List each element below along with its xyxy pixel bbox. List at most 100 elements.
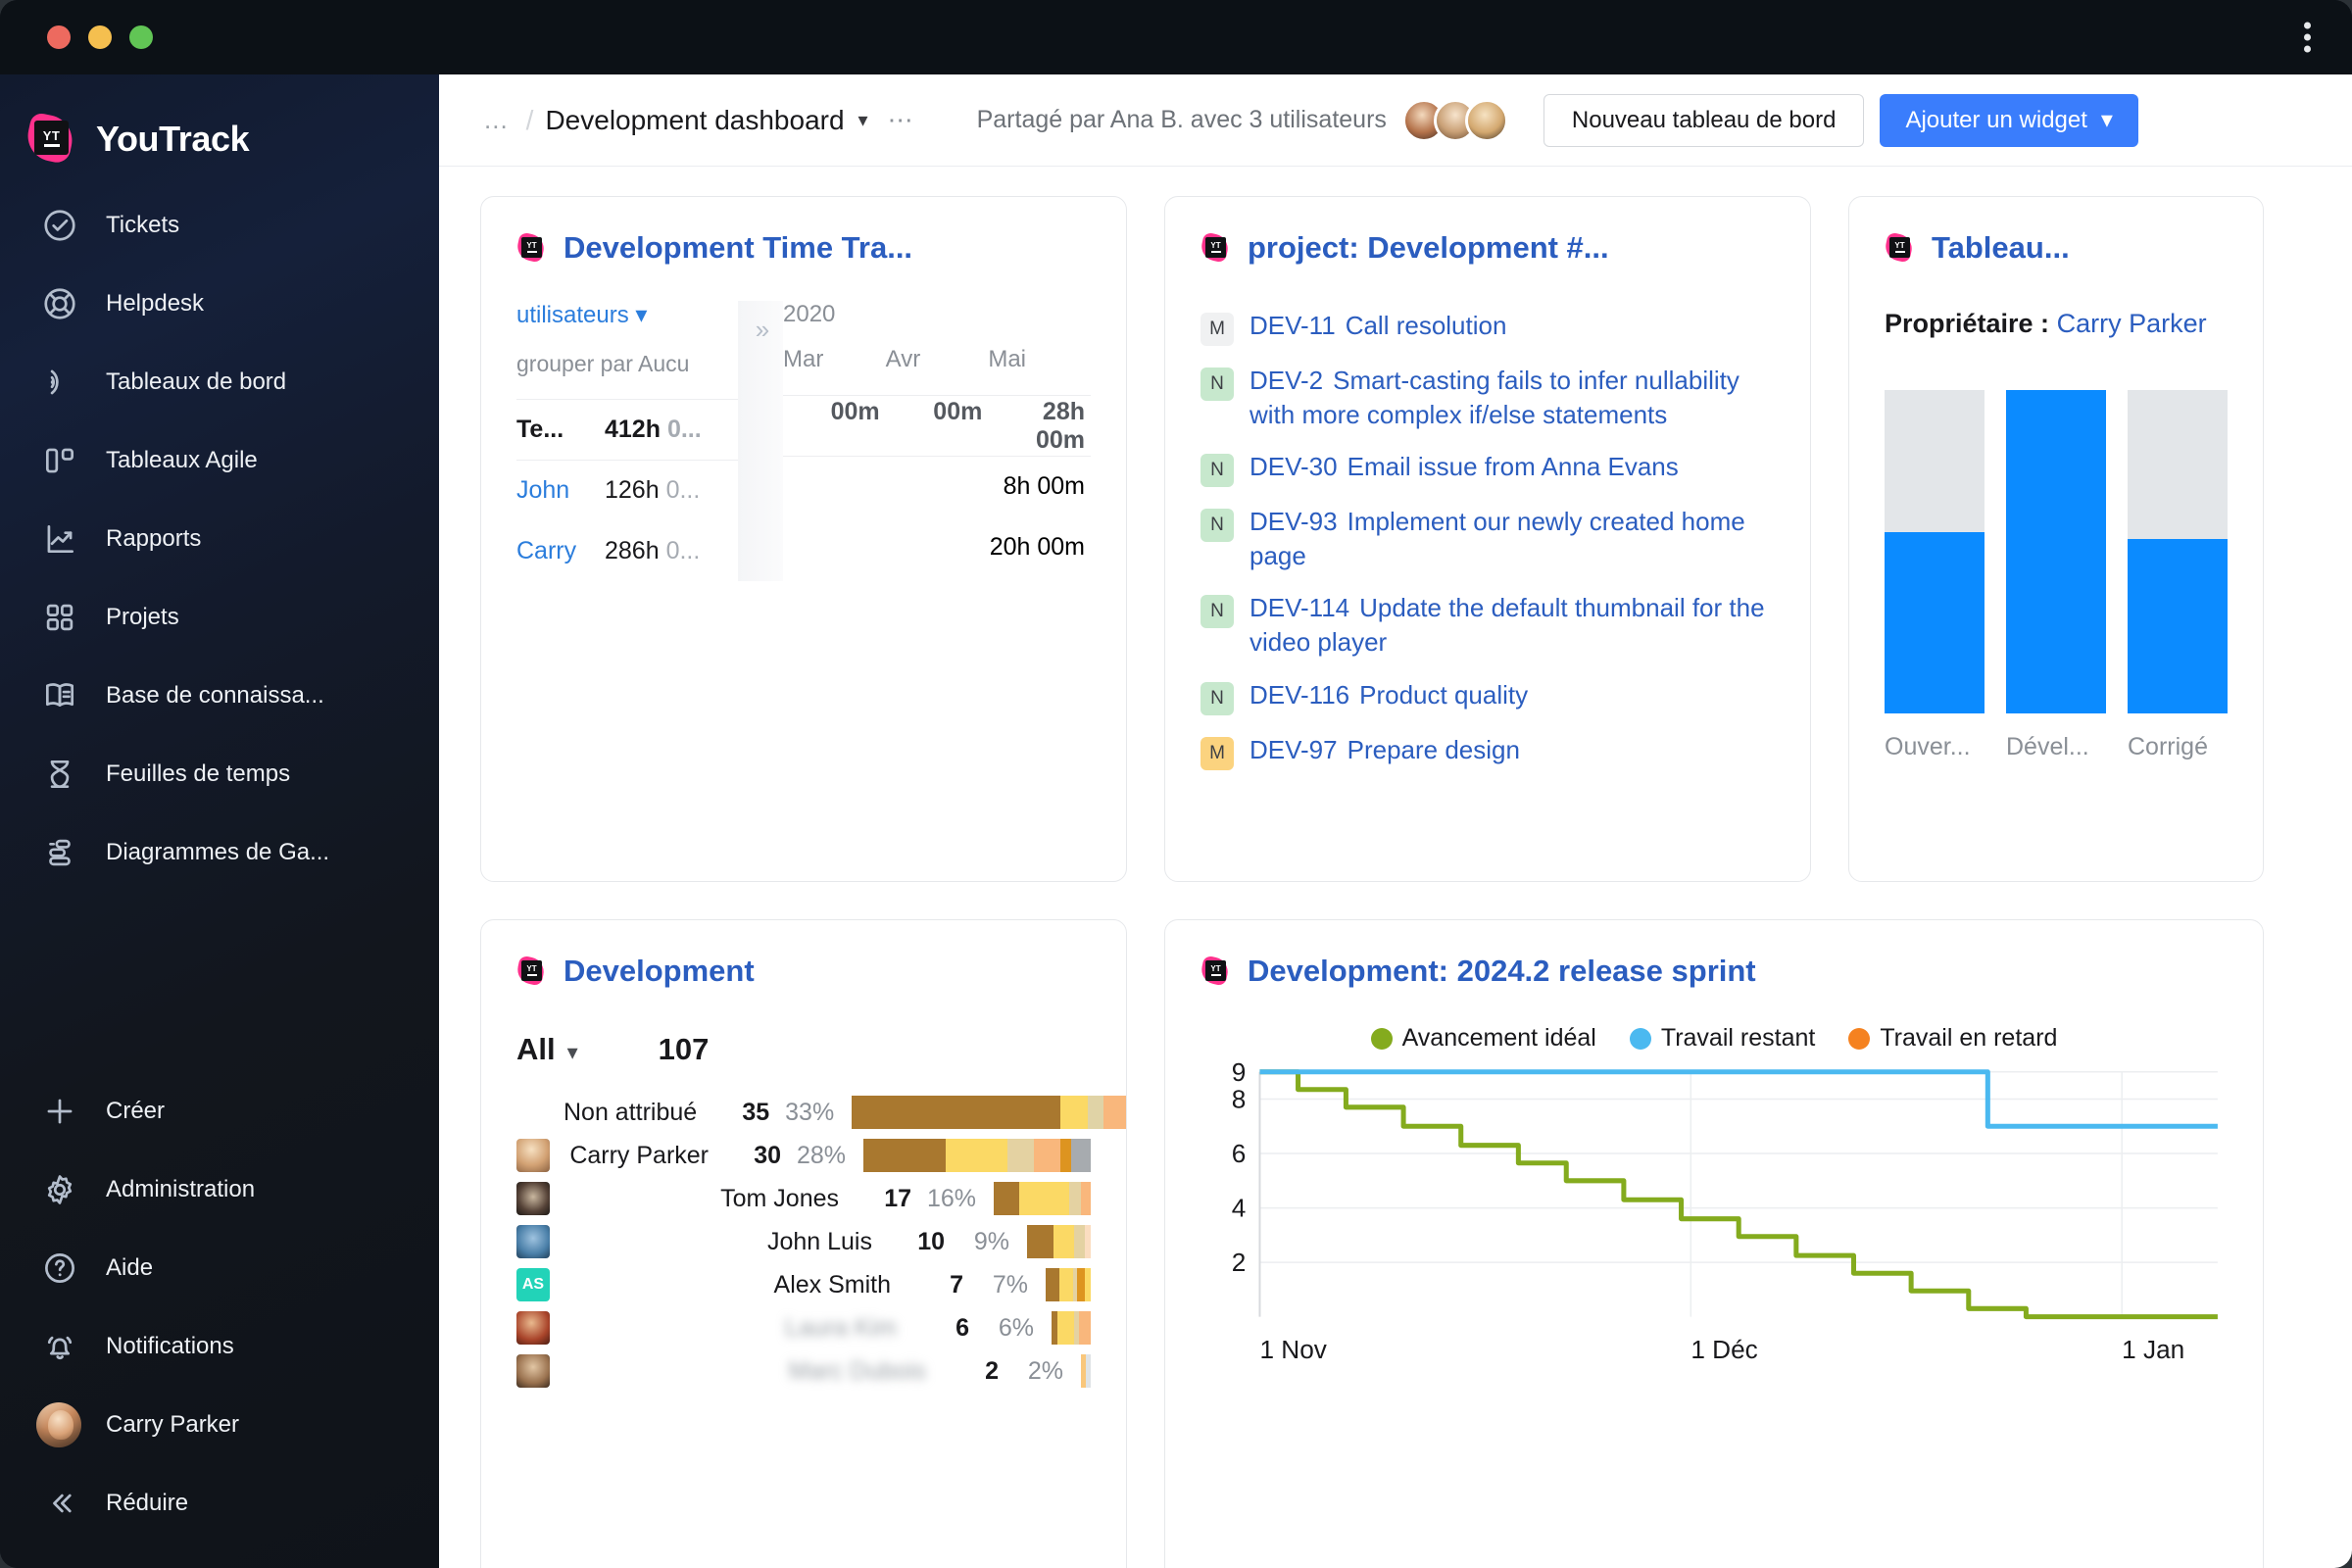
bar-segment: [1059, 1268, 1073, 1301]
widget-title[interactable]: Development: [564, 954, 755, 989]
bar: [2006, 390, 2106, 713]
list-item[interactable]: N DEV-114 Update the default thumbnail for…: [1200, 591, 1775, 660]
sidebar-item-gantt-charts[interactable]: Diagrammes de Ga...: [0, 813, 439, 892]
board-bar-chart: [1885, 390, 2228, 713]
issue-link[interactable]: DEV-30 Email issue from Anna Evans: [1250, 450, 1679, 484]
hourglass-icon: [39, 754, 80, 795]
list-item[interactable]: Non attribué 35 33%: [516, 1093, 1126, 1132]
sidebar-item-label: Diagrammes de Ga...: [106, 839, 330, 865]
list-item[interactable]: Laura Kim 6 6%: [516, 1308, 1091, 1348]
issue-link[interactable]: DEV-116 Product quality: [1250, 678, 1528, 712]
bar-segment: [1057, 1311, 1074, 1345]
list-item[interactable]: N DEV-116 Product quality: [1200, 678, 1775, 715]
priority-badge: N: [1200, 368, 1234, 401]
list-item[interactable]: M DEV-11 Call resolution: [1200, 309, 1775, 346]
legend-label: Avancement idéal: [1401, 1024, 1596, 1052]
sidebar-item-help[interactable]: Aide: [0, 1229, 439, 1307]
widget-title[interactable]: Tableau...: [1932, 230, 2070, 266]
widget-title[interactable]: Development: 2024.2 release sprint: [1248, 954, 1756, 989]
window-controls[interactable]: [47, 25, 153, 49]
page-title[interactable]: Development dashboard: [545, 105, 844, 136]
issue-link[interactable]: DEV-114 Update the default thumbnail for …: [1250, 591, 1775, 660]
assignee-name: Alex Smith: [773, 1270, 891, 1298]
sidebar-item-tickets[interactable]: Tickets: [0, 186, 439, 265]
group-users-link[interactable]: utilisateurs ▾: [516, 301, 738, 329]
sidebar-item-dashboards[interactable]: Tableaux de bord: [0, 343, 439, 421]
sidebar-item-notifications[interactable]: Notifications: [0, 1307, 439, 1386]
sidebar-item-label: Créer: [106, 1098, 166, 1124]
stacked-bar: [1081, 1354, 1091, 1388]
sidebar-item-create[interactable]: Créer: [0, 1072, 439, 1151]
list-item[interactable]: N DEV-30 Email issue from Anna Evans: [1200, 450, 1775, 488]
plus-icon: [39, 1091, 80, 1132]
sidebar-item-user[interactable]: Carry Parker: [0, 1386, 439, 1464]
list-item[interactable]: N DEV-2 Smart-casting fails to infer nulla…: [1200, 364, 1775, 432]
issues-list: M DEV-11 Call resolution N DEV-2 Smart-castin…: [1200, 309, 1775, 770]
group-by-row[interactable]: grouper par Aucu: [516, 351, 738, 377]
sidebar-item-reports[interactable]: Rapports: [0, 500, 439, 578]
widget-title[interactable]: Development Time Tra...: [564, 230, 912, 266]
bar-segment: [1007, 1139, 1034, 1172]
sidebar-item-label: Rapports: [106, 525, 202, 552]
legend-item[interactable]: Travail en retard: [1848, 1024, 2057, 1053]
widget-development-distribution: YT Development All ▾ 107 Non attribué 35 33…: [480, 919, 1127, 1568]
issue-link[interactable]: DEV-97 Prepare design: [1250, 733, 1520, 767]
issue-link[interactable]: DEV-2 Smart-casting fails to infer nullab…: [1250, 364, 1775, 432]
list-item[interactable]: Carry Parker 30 28%: [516, 1136, 1091, 1175]
bar-segment: [863, 1139, 946, 1172]
breadcrumb-ellipsis[interactable]: ...: [478, 105, 514, 135]
list-item[interactable]: N DEV-93 Implement our newly created home …: [1200, 505, 1775, 573]
maximize-window-button[interactable]: [129, 25, 153, 49]
priority-badge: N: [1200, 595, 1234, 629]
burndown-svg: 2 4 6 89 1 Nov 1 Déc 1 Jan: [1232, 1058, 2218, 1364]
chevron-down-icon: ▾: [2100, 107, 2113, 133]
widget-burndown: YT Development: 2024.2 release sprint Av…: [1164, 919, 2264, 1568]
sidebar-item-projects[interactable]: Projets: [0, 578, 439, 657]
issue-link[interactable]: DEV-93 Implement our newly created home p…: [1250, 505, 1775, 573]
assignee-name: Carry Parker: [569, 1141, 709, 1169]
check-circle-icon: [39, 205, 80, 246]
new-dashboard-button[interactable]: Nouveau tableau de bord: [1543, 93, 1865, 147]
list-item[interactable]: Marc Dubois 2 2%: [516, 1351, 1091, 1391]
sidebar-item-administration[interactable]: Administration: [0, 1151, 439, 1229]
filter-all-dropdown[interactable]: All ▾: [516, 1032, 578, 1067]
add-widget-button[interactable]: Ajouter un widget ▾: [1880, 93, 2138, 147]
legend-item[interactable]: Avancement idéal: [1370, 1024, 1596, 1053]
sidebar-item-timesheets[interactable]: Feuilles de temps: [0, 735, 439, 813]
list-item[interactable]: Tom Jones 17 16%: [516, 1179, 1091, 1218]
sidebar-bottom-nav: Créer Administration Aide Notifications …: [0, 1072, 439, 1543]
youtrack-logo-icon: YT: [1199, 955, 1231, 987]
sidebar-item-knowledge-base[interactable]: Base de connaissa...: [0, 657, 439, 735]
bar-segment: [1086, 1354, 1091, 1388]
bar-segment: [1046, 1268, 1059, 1301]
book-icon: [39, 675, 80, 716]
sidebar-item-helpdesk[interactable]: Helpdesk: [0, 265, 439, 343]
list-item[interactable]: AS Alex Smith 7 7%: [516, 1265, 1091, 1304]
sidebar-collapse-button[interactable]: Réduire: [0, 1464, 439, 1543]
owner-name[interactable]: Carry Parker: [2057, 309, 2207, 338]
widget-title[interactable]: project: Development #...: [1248, 230, 1609, 266]
board-bar-labels: Ouver... Dével... Corrigé: [1885, 733, 2228, 761]
month-header: Avr: [885, 346, 921, 372]
app-body: YT YouTrack Tickets Helpdesk Tableaux de…: [0, 74, 2352, 1568]
minimize-window-button[interactable]: [88, 25, 112, 49]
sidebar-item-agile-boards[interactable]: Tableaux Agile: [0, 421, 439, 500]
chevron-down-icon[interactable]: ▾: [858, 108, 868, 132]
brand[interactable]: YT YouTrack: [0, 74, 439, 176]
table-row: 00m 00m 28h 00m: [783, 395, 1091, 456]
bar-segment: [1069, 1182, 1081, 1215]
issue-link[interactable]: DEV-11 Call resolution: [1250, 309, 1506, 343]
shared-avatars[interactable]: [1401, 98, 1508, 142]
close-window-button[interactable]: [47, 25, 71, 49]
svg-text:1 Jan: 1 Jan: [2122, 1335, 2184, 1364]
issue-percent: 9%: [973, 1227, 1009, 1255]
list-item[interactable]: John Luis 10 9%: [516, 1222, 1091, 1261]
legend-item[interactable]: Travail restant: [1629, 1024, 1815, 1053]
more-horizontal-icon[interactable]: ⋯: [888, 105, 914, 135]
list-item[interactable]: M DEV-97 Prepare design: [1200, 733, 1775, 770]
window-titlebar: [0, 0, 2352, 74]
more-vertical-icon[interactable]: [2304, 22, 2311, 53]
brand-name: YouTrack: [96, 119, 250, 159]
issue-count: 7: [950, 1270, 963, 1298]
expand-columns-button[interactable]: »: [738, 301, 783, 581]
